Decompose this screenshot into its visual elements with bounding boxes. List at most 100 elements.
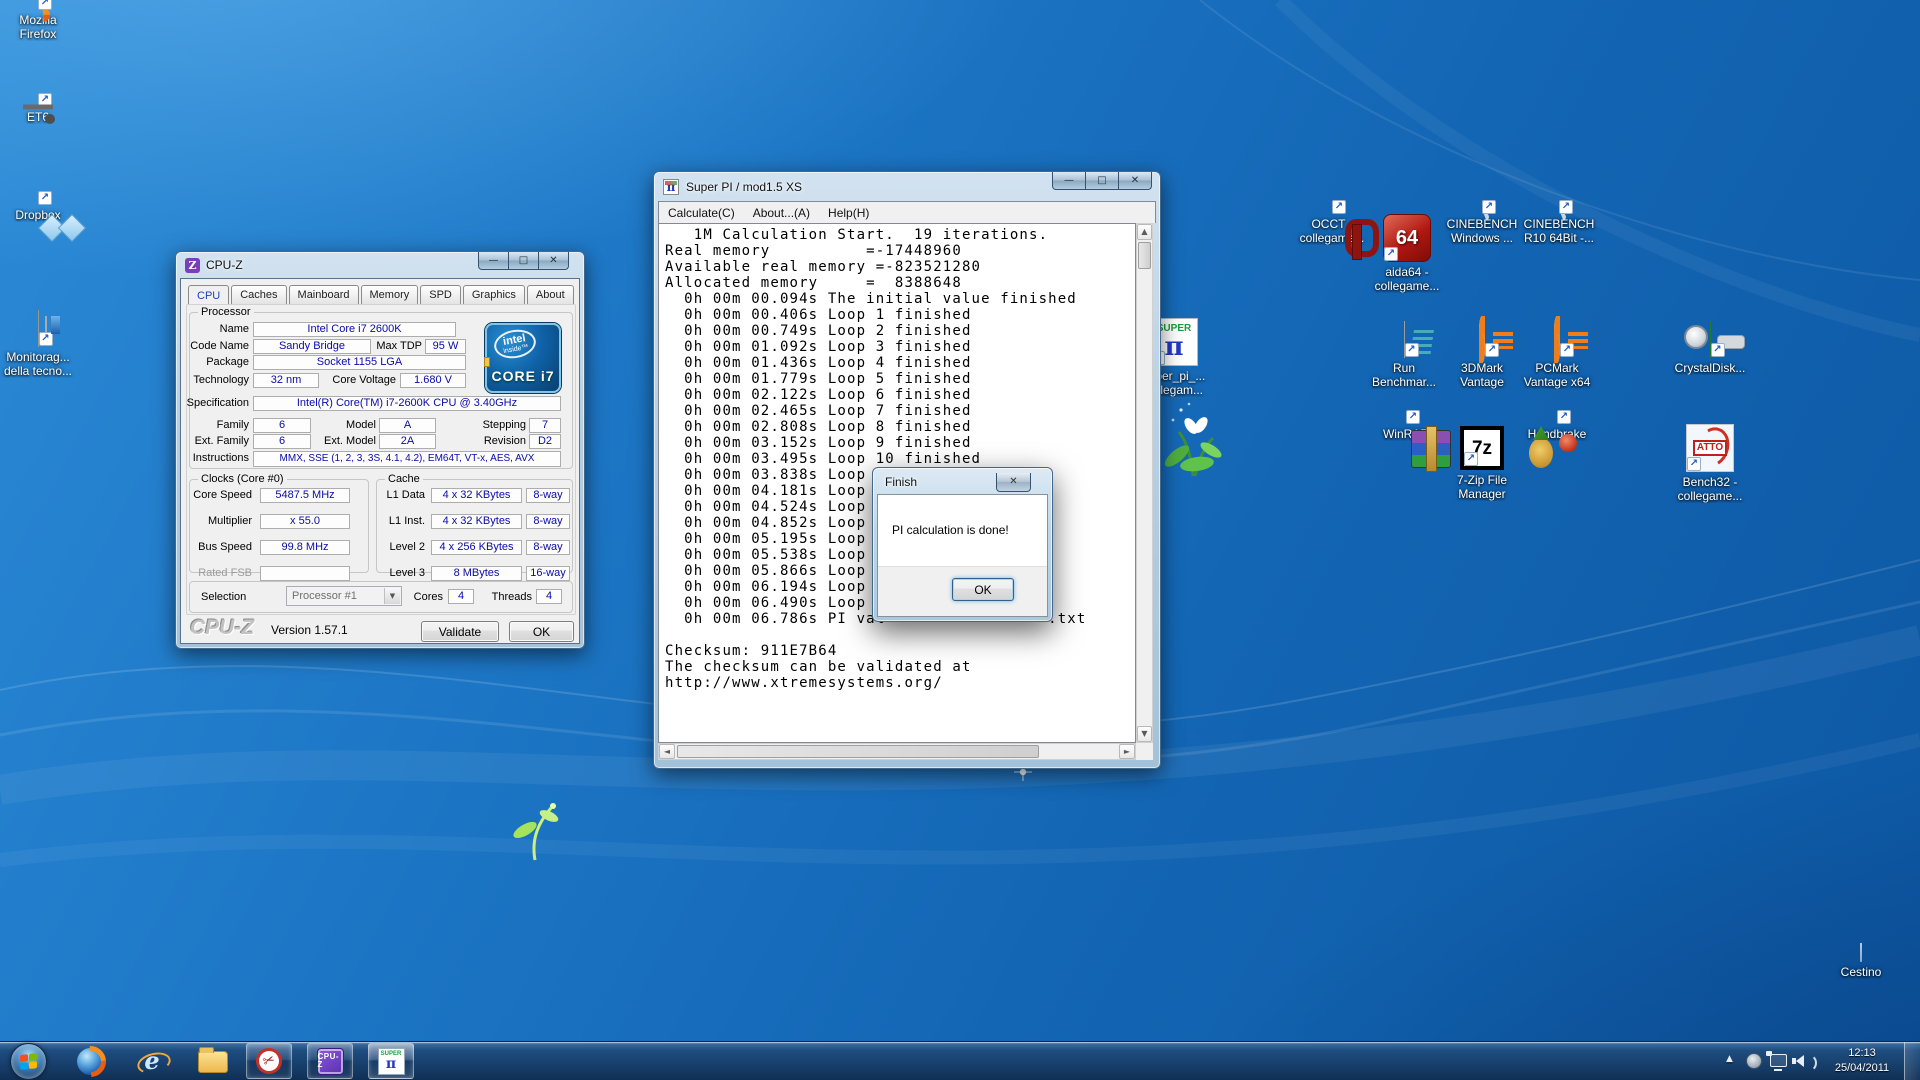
desktop-icon-winrar[interactable]: ↗ WinRAR [1368, 424, 1444, 441]
desktop-icon-7zip[interactable]: 7z ↗ 7-Zip File Manager [1444, 424, 1520, 501]
validate-button[interactable]: Validate [421, 621, 499, 642]
taskbar-internet-explorer-button[interactable]: e [132, 1042, 172, 1080]
scroll-left-button[interactable]: ◄ [659, 744, 675, 759]
codename-label: Code Name [178, 340, 249, 353]
desktop-icon-label: aida64 - collegame... [1369, 265, 1445, 293]
cores-label: Cores [409, 591, 443, 604]
cpuz-tab[interactable]: Mainboard [289, 285, 359, 305]
dialog-message: PI calculation is done! [892, 523, 1009, 538]
desktop-icon-pcmark-vantage[interactable]: ↗ PCMark Vantage x64 [1519, 322, 1595, 389]
desktop-icon-mozilla-firefox[interactable]: ↗ Mozilla Firefox [0, 10, 76, 41]
finish-dialog: Finish ✕ PI calculation is done! OK [872, 467, 1053, 622]
processor-select-value: Processor #1 [292, 590, 357, 602]
processor-select[interactable]: Processor #1 ▼ [286, 586, 402, 606]
scrollbar-corner [1136, 743, 1153, 760]
desktop-icon-dropbox[interactable]: ↗ Dropbox [0, 205, 76, 222]
family-label: Family [178, 419, 249, 432]
shortcut-arrow-icon: ↗ [1687, 457, 1701, 471]
close-button[interactable]: ✕ [1118, 172, 1152, 190]
scroll-right-button[interactable]: ► [1119, 744, 1135, 759]
desktop-icon-crystaldiskmark[interactable]: ↗ CrystalDisk... [1672, 322, 1748, 375]
menu-item[interactable]: Calculate(C) [659, 203, 744, 223]
stepping-label: Stepping [438, 419, 526, 432]
cpuz-tab[interactable]: CPU [188, 285, 229, 305]
family-field: 6 [253, 418, 311, 433]
horizontal-scroll-thumb[interactable] [677, 745, 1039, 758]
desktop-icon-run-benchmark[interactable]: ↗ Run Benchmar... [1366, 322, 1442, 389]
taskbar-clock[interactable]: 12:13 25/04/2011 [1826, 1046, 1898, 1076]
maximize-button[interactable]: □ [508, 252, 539, 270]
hidden-icons-arrow[interactable]: ▲ [1726, 1055, 1733, 1064]
minimize-button[interactable]: — [1052, 172, 1086, 190]
desktop-icon-bench32-atto[interactable]: ATTO ↗ Bench32 - collegame... [1672, 424, 1748, 503]
cpuz-tab[interactable]: Memory [361, 285, 419, 305]
menu-bar: Calculate(C) About...(A) Help(H) [658, 201, 1156, 223]
taskbar: e ✂ CPU-Z SUPER π ▲ 12:13 25/04/2011 [0, 1041, 1920, 1080]
cpuz-tab[interactable]: About [527, 285, 574, 305]
maximize-button[interactable]: □ [1085, 172, 1119, 190]
cpuz-tab[interactable]: SPD [420, 285, 461, 305]
clock-row: Core Speed 5487.5 MHz [190, 488, 368, 506]
cache-row: L1 Data 4 x 32 KBytes 8-way [377, 488, 572, 506]
desktop-icon-label: 3DMark Vantage [1444, 361, 1520, 389]
desktop-icon-cinebench-r10[interactable]: ↗ CINEBENCH R10 64Bit -... [1521, 214, 1597, 245]
shortcut-arrow-icon: ↗ [1406, 410, 1420, 424]
group-title: Cache [385, 473, 423, 486]
show-desktop-button[interactable] [1904, 1042, 1920, 1080]
close-icon[interactable]: ✕ [996, 473, 1031, 492]
close-button[interactable]: ✕ [538, 252, 569, 270]
taskbar-explorer-button[interactable] [193, 1042, 233, 1080]
horizontal-scrollbar[interactable]: ◄ ► [658, 743, 1136, 760]
start-button[interactable] [10, 1043, 47, 1080]
taskbar-cpuz-button[interactable]: CPU-Z [307, 1043, 353, 1079]
ok-button[interactable]: OK [509, 621, 574, 642]
taskbar-snipping-tool-button[interactable]: ✂ [246, 1043, 292, 1079]
ext-family-label: Ext. Family [178, 435, 249, 448]
tray-badge-icon[interactable] [1746, 1053, 1762, 1069]
vertical-scrollbar[interactable]: ▲ ▼ [1136, 223, 1153, 743]
threads-label: Threads [484, 591, 532, 604]
clocks-group: Clocks (Core #0) Core Speed 5487.5 MHz M… [189, 479, 369, 573]
codename-field: Sandy Bridge [253, 339, 371, 354]
network-icon[interactable] [1770, 1054, 1787, 1067]
clock-date: 25/04/2011 [1826, 1061, 1898, 1076]
ok-button[interactable]: OK [952, 578, 1014, 601]
menu-item[interactable]: Help(H) [819, 203, 878, 223]
desktop-icon-cinebench-windows[interactable]: ↗ CINEBENCH Windows ... [1444, 214, 1520, 245]
desktop-icon-recycle-bin[interactable]: Cestino [1823, 944, 1899, 979]
shortcut-arrow-icon: ↗ [1384, 247, 1398, 261]
taskbar-super-pi-button[interactable]: SUPER π [368, 1043, 414, 1079]
ext-family-field: 6 [253, 434, 311, 449]
super-pi-window-controls: — □ ✕ [1053, 172, 1152, 190]
scroll-up-button[interactable]: ▲ [1137, 224, 1152, 240]
instructions-label: Instructions [178, 452, 249, 465]
cpuz-window-controls: — □ ✕ [479, 252, 569, 270]
folder-icon [198, 1051, 228, 1073]
wallpaper-plant-butterfly [1162, 403, 1224, 476]
desktop-icon-handbrake[interactable]: ↗ Handbrake [1519, 424, 1595, 441]
cpuz-icon: CPU-Z [317, 1048, 344, 1075]
cpuz-tab[interactable]: Caches [231, 285, 286, 305]
minimize-button[interactable]: — [478, 252, 509, 270]
desktop-icon-3dmark-vantage[interactable]: ↗ 3DMark Vantage [1444, 322, 1520, 389]
vertical-scroll-thumb[interactable] [1138, 242, 1151, 269]
package-label: Package [178, 356, 249, 369]
desktop-icon-occt[interactable]: ↗ OCCT - collegame... [1294, 214, 1370, 245]
cpuz-tab[interactable]: Graphics [463, 285, 525, 305]
group-title: Processor [198, 306, 254, 319]
desktop-icon-aida64[interactable]: 64 ↗ aida64 - collegame... [1369, 214, 1445, 293]
scroll-down-button[interactable]: ▼ [1137, 726, 1152, 742]
taskbar-firefox-button[interactable] [70, 1042, 110, 1080]
cpu-name-field: Intel Core i7 2600K [253, 322, 456, 337]
super-pi-icon: SUPER π [378, 1048, 405, 1075]
desktop-icon-et6[interactable]: ↗ ET6 [0, 107, 76, 124]
menu-item[interactable]: About...(A) [744, 203, 819, 223]
revision-field: D2 [529, 434, 561, 449]
clock-row: Bus Speed 99.8 MHz [190, 540, 368, 558]
stepping-field: 7 [529, 418, 561, 433]
desktop-icon-label: Run Benchmar... [1366, 361, 1442, 389]
aida64-icon: 64 ↗ [1383, 214, 1431, 262]
desktop-icon-monitoraggio[interactable]: ↗ Monitorag... della tecno... [0, 311, 76, 378]
clock-row: Multiplier x 55.0 [190, 514, 368, 532]
volume-icon[interactable] [1796, 1055, 1804, 1067]
